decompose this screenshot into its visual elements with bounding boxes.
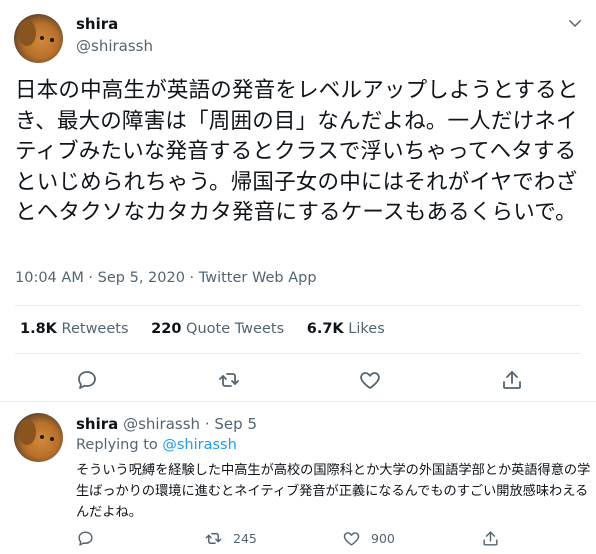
share-icon: [483, 530, 498, 546]
retweets-stat[interactable]: 1.8K Retweets: [20, 321, 129, 337]
likes-count: 6.7K: [306, 321, 344, 337]
reply-author-name[interactable]: shira: [76, 415, 118, 433]
reply-reply-button[interactable]: [76, 528, 95, 548]
retweets-label: Retweets: [61, 321, 129, 337]
chevron-down-icon[interactable]: [566, 14, 584, 32]
reply-separator: ·: [204, 415, 210, 433]
divider: [15, 305, 581, 306]
reply-author-handle[interactable]: @shirassh: [123, 415, 200, 433]
share-icon[interactable]: [500, 368, 524, 392]
author-name[interactable]: shira: [76, 15, 118, 33]
reply-text: そういう呪縛を経験した中高生が高校の国際科とか大学の外国語学部とか英語得意の学生…: [76, 463, 591, 520]
reply-retweet-button[interactable]: 245: [204, 528, 257, 548]
like-icon[interactable]: [358, 368, 382, 392]
avatar[interactable]: [14, 14, 63, 63]
reply-actions: 245 900: [0, 528, 596, 548]
retweet-icon: [205, 532, 222, 544]
reply-icon: [78, 530, 93, 546]
reply-like-button[interactable]: 900: [342, 528, 395, 548]
main-tweet: shira @shirassh 日本の中高生が英語の発音をレベルアップしようとす…: [0, 0, 596, 401]
retweet-icon[interactable]: [217, 368, 241, 392]
reply-icon[interactable]: [75, 368, 99, 392]
divider: [15, 353, 581, 354]
replying-to: Replying to @shirassh: [76, 437, 237, 453]
reply-share-button[interactable]: [481, 528, 500, 548]
retweets-count: 1.8K: [20, 321, 57, 337]
replying-to-link[interactable]: @shirassh: [162, 437, 236, 453]
replying-prefix: Replying to: [76, 437, 158, 453]
author-handle[interactable]: @shirassh: [76, 37, 153, 55]
quotes-count: 220: [151, 321, 182, 337]
likes-stat[interactable]: 6.7K Likes: [307, 321, 385, 337]
quotes-stat[interactable]: 220 Quote Tweets: [151, 321, 284, 337]
tweet-meta[interactable]: 10:04 AM · Sep 5, 2020 · Twitter Web App: [15, 270, 317, 286]
tweet-actions: [0, 368, 596, 392]
divider: [0, 401, 596, 402]
reply-like-count: 900: [371, 530, 395, 546]
tweet-text: 日本の中高生が英語の発音をレベルアップしようとするとき、最大の障害は「周囲の目」…: [15, 78, 579, 225]
reply-date[interactable]: Sep 5: [214, 415, 257, 433]
avatar[interactable]: [14, 413, 63, 462]
likes-label: Likes: [348, 321, 385, 337]
quotes-label: Quote Tweets: [186, 321, 285, 337]
reply-header: shira @shirassh · Sep 5: [76, 415, 257, 433]
like-icon: [343, 531, 360, 546]
reply-retweet-count: 245: [233, 530, 257, 546]
tweet-stats: 1.8K Retweets 220 Quote Tweets 6.7K Like…: [20, 321, 403, 337]
